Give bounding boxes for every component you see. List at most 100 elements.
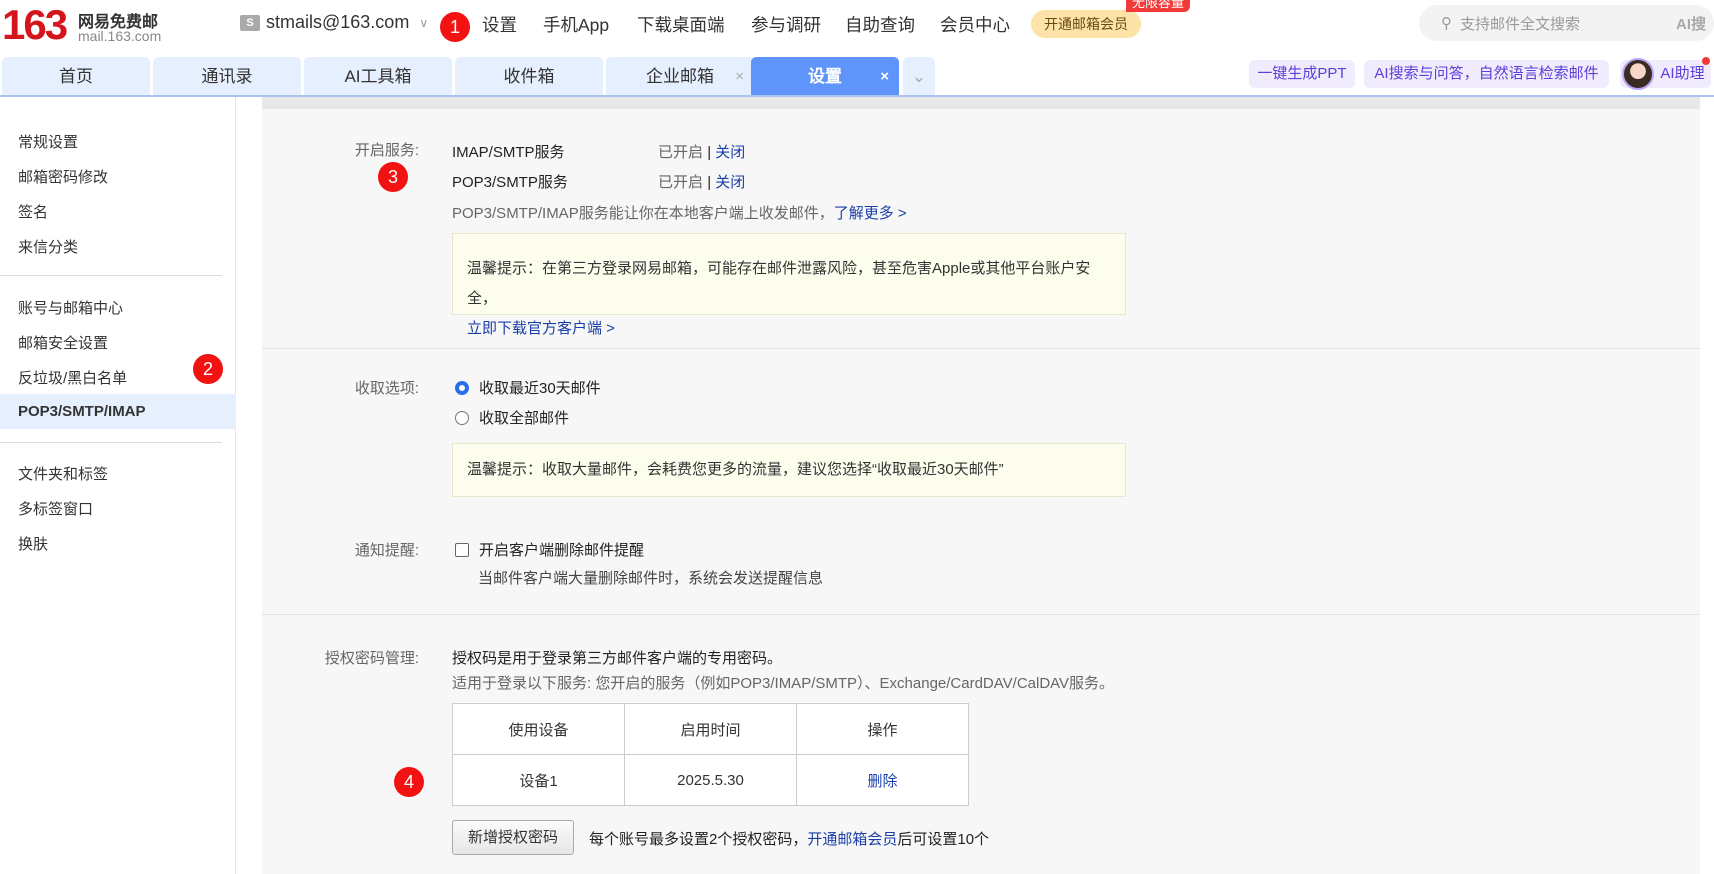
vip-link[interactable]: 开通邮箱会员	[807, 831, 897, 848]
checkbox-label: 开启客户端删除邮件提醒	[479, 542, 645, 559]
notify-label: 通知提醒:	[354, 542, 419, 559]
services-label: 开启服务:	[354, 142, 419, 159]
logo-domain: mail.163.com	[78, 28, 162, 44]
section-divider	[262, 614, 1700, 615]
date-cell: 2025.5.30	[624, 754, 797, 806]
nav-survey[interactable]: 参与调研	[751, 12, 821, 37]
tab-ai-toolbox[interactable]: AI工具箱	[304, 57, 452, 96]
security-tip: 温馨提示：在第三方登录网易邮箱，可能存在邮件泄露风险，甚至危害Apple或其他平…	[452, 233, 1126, 337]
auth-desc-2: 适用于登录以下服务: 您开启的服务（例如POP3/IMAP/SMTP）、Exch…	[452, 675, 1115, 692]
delete-alert-checkbox[interactable]: 开启客户端删除邮件提醒	[455, 539, 644, 560]
table-header-row: 使用设备 启用时间 操作	[452, 703, 969, 755]
separator: |	[707, 144, 712, 161]
sidebar-item-pop3-smtp-imap[interactable]: POP3/SMTP/IMAP	[0, 394, 236, 429]
fetch-all-radio[interactable]: 收取全部邮件	[455, 407, 569, 428]
pop3-close-link[interactable]: 关闭	[715, 174, 745, 191]
tab-label: 企业邮箱	[646, 67, 714, 86]
tab-home[interactable]: 首页	[2, 57, 150, 96]
sidebar-item-filters[interactable]: 来信分类	[18, 236, 78, 257]
separator: |	[707, 174, 712, 191]
pop3-service-name: POP3/SMTP服务	[452, 174, 568, 191]
tab-enterprise-mail[interactable]: 企业邮箱 ×	[606, 57, 754, 96]
radio-label: 收取全部邮件	[479, 410, 570, 427]
sidebar-item-account-center[interactable]: 账号与邮箱中心	[18, 297, 123, 318]
radio-checked-icon	[455, 381, 469, 395]
logo[interactable]: 163	[2, 2, 68, 48]
tab-label: 收件箱	[503, 67, 555, 86]
device-cell: 设备1	[452, 754, 625, 806]
divider	[0, 275, 222, 276]
tab-label: 首页	[59, 67, 93, 86]
tab-more-dropdown[interactable]: ⌄	[903, 57, 935, 96]
generate-ppt-button[interactable]: 一键生成PPT	[1249, 60, 1355, 88]
notify-desc: 当邮件客户端大量删除邮件时，系统会发送提醒信息	[478, 570, 824, 587]
fetch-30-days-radio[interactable]: 收取最近30天邮件	[455, 377, 601, 398]
nav-self-service[interactable]: 自助查询	[845, 12, 915, 37]
close-icon[interactable]: ×	[735, 57, 744, 96]
vip-button[interactable]: 开通邮箱会员	[1031, 10, 1141, 38]
sidebar-item-multi-tab[interactable]: 多标签窗口	[18, 498, 93, 519]
column-header: 使用设备	[452, 703, 625, 755]
search-input[interactable]: ⚲ 支持邮件全文搜索 AI搜	[1419, 5, 1714, 41]
marker-4: 4	[394, 767, 424, 797]
imap-close-link[interactable]: 关闭	[715, 144, 745, 161]
tab-label: AI工具箱	[344, 67, 412, 86]
nav-member-center[interactable]: 会员中心	[940, 12, 1010, 37]
pop3-status: 已开启	[658, 174, 704, 191]
radio-unchecked-icon	[455, 411, 469, 425]
search-icon: ⚲	[1441, 15, 1452, 32]
chevron-down-icon: ∨	[419, 15, 429, 30]
table-row: 设备1 2025.5.30 删除	[452, 754, 969, 806]
tab-inbox[interactable]: 收件箱	[455, 57, 603, 96]
nav-download[interactable]: 下载桌面端	[637, 12, 725, 37]
sidebar-item-signature[interactable]: 签名	[18, 201, 48, 222]
vip-badge: 无限容量	[1126, 0, 1191, 12]
column-header: 操作	[796, 703, 969, 755]
column-header: 启用时间	[624, 703, 797, 755]
auth-label: 授权密码管理:	[324, 650, 419, 667]
ai-search-button[interactable]: AI搜	[1676, 13, 1706, 34]
delete-link[interactable]: 删除	[867, 773, 897, 790]
tab-label: 设置	[808, 67, 842, 86]
account-switcher[interactable]: Sstmails@163.com ∨	[240, 12, 428, 33]
tab-settings[interactable]: 设置 ×	[751, 57, 899, 96]
imap-status: 已开启	[658, 144, 704, 161]
close-icon[interactable]: ×	[880, 57, 889, 96]
notification-dot	[1702, 57, 1710, 65]
download-client-link[interactable]: 立即下载官方客户端 >	[467, 314, 1111, 344]
tip-text: 温馨提示：在第三方登录网易邮箱，可能存在邮件泄露风险，甚至危害Apple或其他平…	[467, 260, 1091, 307]
section-divider	[262, 348, 1700, 349]
account-email: stmails@163.com	[266, 12, 410, 32]
auth-code-table: 使用设备 启用时间 操作 设备1 2025.5.30 删除	[452, 703, 969, 806]
add-auth-code-button[interactable]: 新增授权密码	[452, 820, 574, 855]
marker-1: 1	[440, 12, 470, 42]
sidebar-item-antispam[interactable]: 反垃圾/黑白名单	[18, 367, 127, 388]
panel-top-strip	[262, 97, 1700, 109]
limit-suffix: 后可设置10个	[897, 831, 990, 848]
tab-contacts[interactable]: 通讯录	[153, 57, 301, 96]
settings-sidebar: 常规设置 邮箱密码修改 签名 来信分类 账号与邮箱中心 邮箱安全设置 反垃圾/黑…	[0, 97, 236, 874]
mail-icon: S	[240, 14, 260, 31]
ai-search-qa-button[interactable]: AI搜索与问答，自然语言检索邮件	[1364, 60, 1609, 88]
divider	[0, 442, 222, 443]
services-desc: POP3/SMTP/IMAP服务能让你在本地客户端上收发邮件，	[452, 205, 834, 222]
sidebar-item-skin[interactable]: 换肤	[18, 533, 48, 554]
checkbox-icon	[455, 543, 469, 557]
fetch-tip: 温馨提示：收取大量邮件，会耗费您更多的流量，建议您选择“收取最近30天邮件”	[452, 443, 1126, 497]
sidebar-item-general[interactable]: 常规设置	[18, 131, 78, 152]
nav-mobile-app[interactable]: 手机App	[543, 12, 609, 37]
sidebar-item-security[interactable]: 邮箱安全设置	[18, 332, 108, 353]
fetch-label: 收取选项:	[354, 380, 419, 397]
nav-settings[interactable]: 设置	[482, 12, 517, 37]
auth-desc-1: 授权码是用于登录第三方邮件客户端的专用密码。	[452, 650, 783, 667]
imap-service-name: IMAP/SMTP服务	[452, 144, 565, 161]
limit-text: 每个账号最多设置2个授权密码，	[589, 831, 808, 848]
marker-2: 2	[193, 354, 223, 384]
sidebar-item-folders-labels[interactable]: 文件夹和标签	[18, 463, 108, 484]
sidebar-item-password[interactable]: 邮箱密码修改	[18, 166, 108, 187]
learn-more-link[interactable]: 了解更多 >	[834, 205, 907, 222]
ai-assistant-avatar[interactable]	[1622, 58, 1654, 90]
search-placeholder: 支持邮件全文搜索	[1460, 15, 1581, 33]
radio-label: 收取最近30天邮件	[479, 380, 601, 397]
marker-3: 3	[378, 162, 408, 192]
